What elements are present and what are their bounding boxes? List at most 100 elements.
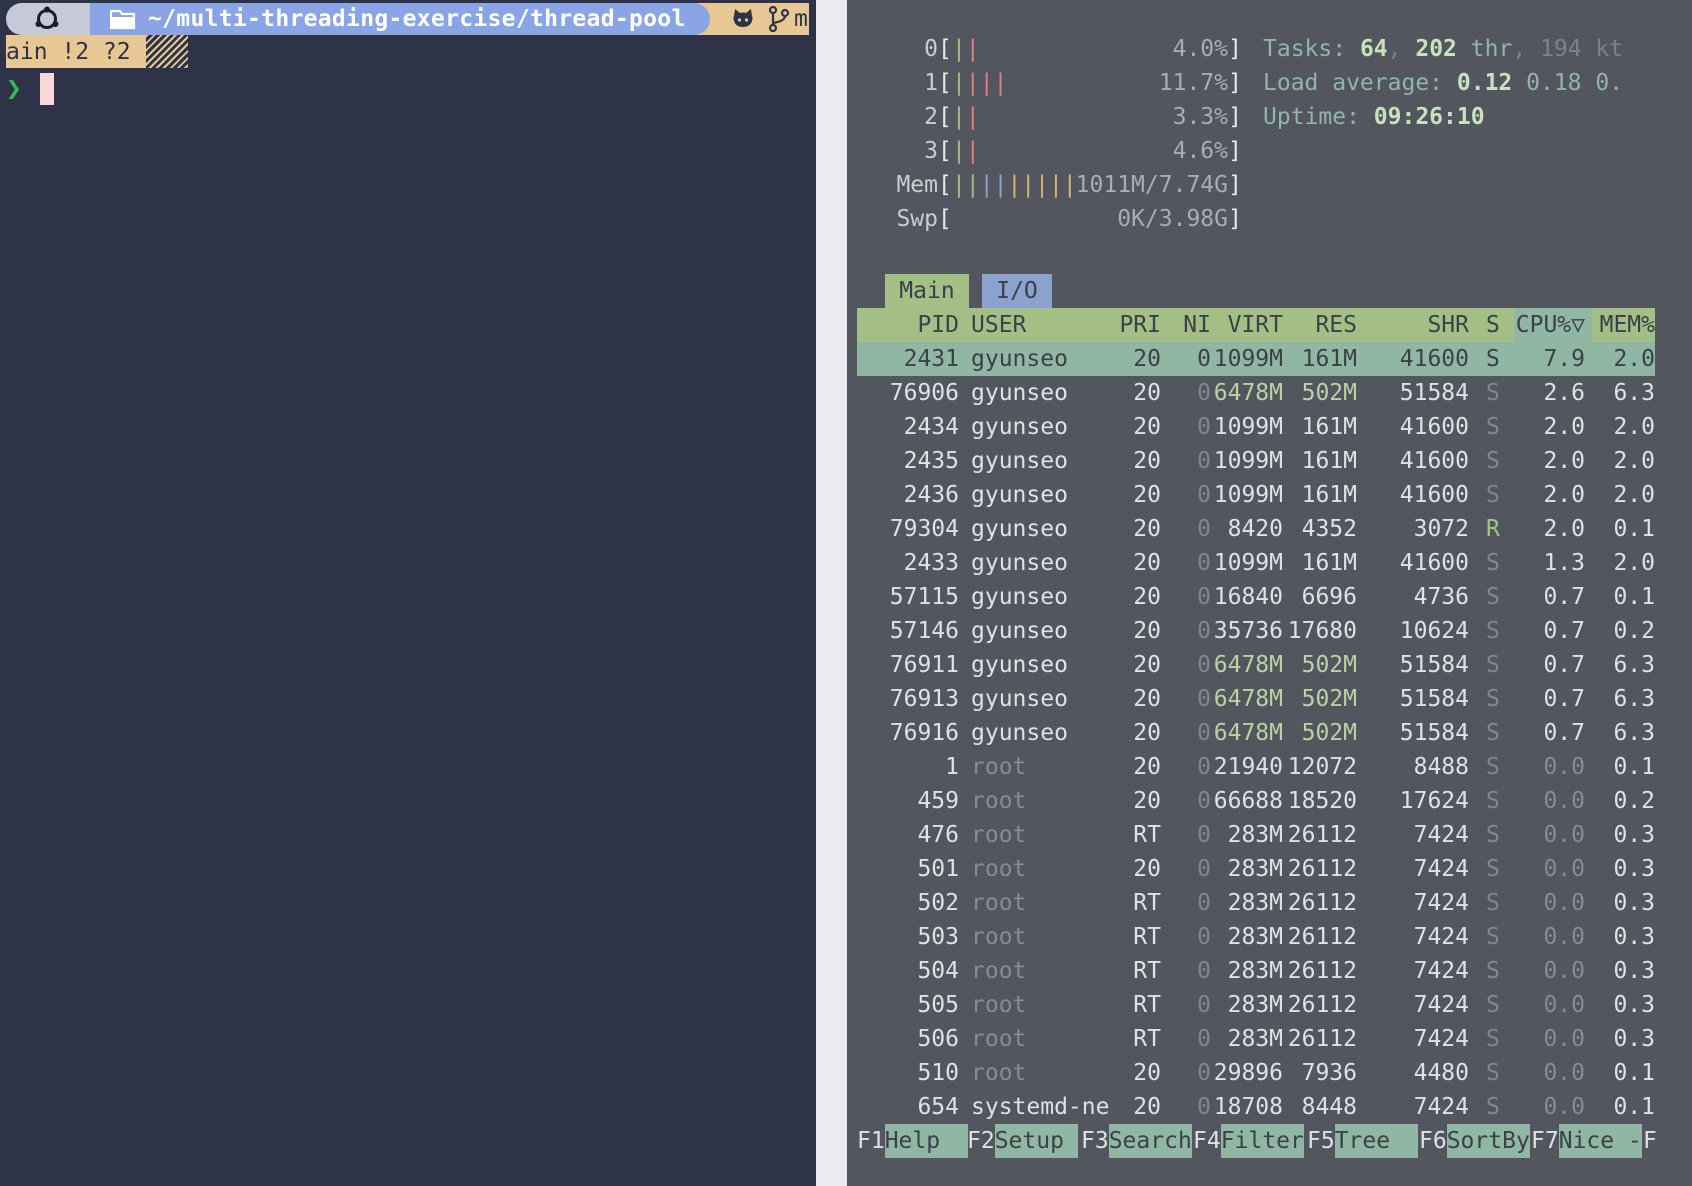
table-row[interactable]: 76906 gyunseo 20 0 6478M 502M 51584 S 2.6 6.3	[857, 376, 1655, 410]
col-pid[interactable]: PID	[917, 308, 959, 342]
htop-pane[interactable]: 0[|| 4.0%] 1[|||| 11.7%] 2[|| 3.3%] 3[|| 4.6%] M…	[847, 0, 1692, 1186]
tab-io[interactable]: I/O	[982, 274, 1052, 308]
cell-s: S	[1486, 856, 1500, 882]
cell-user: root	[971, 1060, 1027, 1086]
cell-pri: 20	[1133, 1060, 1161, 1086]
meter-label: 1	[924, 70, 938, 96]
cell-s: S	[1486, 754, 1500, 780]
col-state[interactable]: S	[1486, 308, 1500, 342]
col-ni[interactable]: NI	[1183, 308, 1211, 342]
cell-cpu: 2.0	[1543, 414, 1585, 440]
folder-icon	[110, 9, 136, 30]
meter-value: 0K/3.98G	[1117, 206, 1228, 232]
tab-main[interactable]: Main	[885, 274, 969, 308]
cell-cpu: 2.0	[1543, 516, 1585, 542]
cell-mem: 0.3	[1613, 992, 1655, 1018]
col-mem[interactable]: MEM%	[1600, 308, 1655, 342]
table-row[interactable]: 57115 gyunseo 20 0 16840 6696 4736 S 0.7 0.1	[857, 580, 1655, 614]
meter-mem: Mem[||||||||| 1011M/7.74G]	[886, 172, 1242, 206]
cell-cpu: 0.0	[1543, 958, 1585, 984]
cell-s: S	[1486, 958, 1500, 984]
cell-pri: 20	[1133, 856, 1161, 882]
cell-shr: 51584	[1399, 652, 1469, 678]
cell-ni: 0	[1197, 822, 1211, 848]
cell-pid: 2434	[903, 414, 959, 440]
cell-cpu: 0.7	[1543, 686, 1585, 712]
cell-s: S	[1486, 618, 1500, 644]
table-row[interactable]: 503 root RT 0 283M 26112 7424 S 0.0 0.3	[857, 920, 1655, 954]
table-row[interactable]: 76913 gyunseo 20 0 6478M 502M 51584 S 0.7 6.3	[857, 682, 1655, 716]
cell-res: 161M	[1301, 346, 1357, 372]
col-res[interactable]: RES	[1315, 308, 1357, 342]
fkey-f4[interactable]: F4Filter	[1193, 1124, 1304, 1158]
fkey-number: F3	[1081, 1128, 1109, 1154]
table-row[interactable]: 2435 gyunseo 20 0 1099M 161M 41600 S 2.0 2.0	[857, 444, 1655, 478]
table-row[interactable]: 506 root RT 0 283M 26112 7424 S 0.0 0.3	[857, 1022, 1655, 1056]
cell-pri: 20	[1133, 652, 1161, 678]
table-row[interactable]: 504 root RT 0 283M 26112 7424 S 0.0 0.3	[857, 954, 1655, 988]
cell-cpu: 0.7	[1543, 618, 1585, 644]
cell-cpu: 0.0	[1543, 1026, 1585, 1052]
table-row[interactable]: 505 root RT 0 283M 26112 7424 S 0.0 0.3	[857, 988, 1655, 1022]
table-row[interactable]: 2436 gyunseo 20 0 1099M 161M 41600 S 2.0 2.0	[857, 478, 1655, 512]
table-row[interactable]: 501 root 20 0 283M 26112 7424 S 0.0 0.3	[857, 852, 1655, 886]
cell-cpu: 0.0	[1543, 856, 1585, 882]
cell-shr: 7424	[1413, 890, 1469, 916]
tasks-line: Tasks: 64, 202 thr, 194 kt	[1263, 36, 1624, 62]
table-row[interactable]: 1 root 20 0 21940 12072 8488 S 0.0 0.1	[857, 750, 1655, 784]
meter-value: 11.7%	[1158, 70, 1228, 96]
cell-pri: RT	[1133, 992, 1161, 1018]
cell-s: S	[1486, 550, 1500, 576]
cell-pid: 2431	[903, 346, 959, 372]
col-shr[interactable]: SHR	[1427, 308, 1469, 342]
cell-virt: 66688	[1213, 788, 1283, 814]
cell-shr: 4736	[1413, 584, 1469, 610]
meter-bracket-open: [	[938, 206, 952, 232]
col-pri[interactable]: PRI	[1119, 308, 1161, 342]
cell-cpu: 0.0	[1543, 1060, 1585, 1086]
table-row[interactable]: 510 root 20 0 29896 7936 4480 S 0.0 0.1	[857, 1056, 1655, 1090]
fkey-f5[interactable]: F5Tree	[1307, 1124, 1418, 1158]
cell-ni: 0	[1197, 856, 1211, 882]
table-row-selected[interactable]: 2431 gyunseo 20 0 1099M 161M 41600 S 7.9 2.0	[857, 342, 1655, 376]
cell-mem: 0.1	[1613, 1060, 1655, 1086]
table-row[interactable]: 476 root RT 0 283M 26112 7424 S 0.0 0.3	[857, 818, 1655, 852]
cell-cpu: 2.0	[1543, 482, 1585, 508]
cell-ni: 0	[1197, 1060, 1211, 1086]
fkey-f6[interactable]: F6SortBy	[1419, 1124, 1530, 1158]
table-row[interactable]: 459 root 20 0 66688 18520 17624 S 0.0 0.2	[857, 784, 1655, 818]
meter-bracket-open: [	[938, 70, 952, 96]
cell-pid: 2436	[903, 482, 959, 508]
command-line[interactable]: ❯	[6, 72, 54, 106]
table-row[interactable]: 57146 gyunseo 20 0 35736 17680 10624 S 0.7 0.2	[857, 614, 1655, 648]
meter-value: 1011M/7.74G	[1075, 172, 1228, 198]
meter-label: Swp	[896, 206, 938, 232]
table-row[interactable]: 654 systemd-ne 20 0 18708 8448 7424 S 0.0 0.1	[857, 1090, 1655, 1124]
git-branch-icon	[768, 6, 790, 32]
col-virt[interactable]: VIRT	[1228, 308, 1283, 342]
fkey-f3[interactable]: F3Search	[1081, 1124, 1192, 1158]
fkey-f[interactable]: F	[1643, 1124, 1657, 1158]
cell-mem: 0.3	[1613, 924, 1655, 950]
cell-user: gyunseo	[971, 346, 1068, 372]
meter-value: 4.6%	[1172, 138, 1228, 164]
table-row[interactable]: 2434 gyunseo 20 0 1099M 161M 41600 S 2.0 2.0	[857, 410, 1655, 444]
col-cpu[interactable]: CPU%▽	[1516, 308, 1585, 342]
cell-virt: 283M	[1227, 992, 1283, 1018]
cell-virt: 283M	[1227, 822, 1283, 848]
fkey-f7[interactable]: F7Nice -	[1531, 1124, 1642, 1158]
fkey-f1[interactable]: F1Help	[857, 1124, 968, 1158]
table-row[interactable]: 76916 gyunseo 20 0 6478M 502M 51584 S 0.7 6.3	[857, 716, 1655, 750]
table-row[interactable]: 76911 gyunseo 20 0 6478M 502M 51584 S 0.7 6.3	[857, 648, 1655, 682]
pane-divider[interactable]	[816, 0, 847, 1186]
fkey-f2[interactable]: F2Setup	[967, 1124, 1078, 1158]
cell-pri: RT	[1133, 822, 1161, 848]
shell-pane[interactable]: m ~/multi-threading-exercise/thread-pool…	[0, 0, 816, 1186]
cell-mem: 2.0	[1613, 482, 1655, 508]
meter-1: 1[|||| 11.7%]	[886, 70, 1242, 104]
col-user[interactable]: USER	[971, 308, 1026, 342]
table-row[interactable]: 2433 gyunseo 20 0 1099M 161M 41600 S 1.3 2.0	[857, 546, 1655, 580]
cell-user: gyunseo	[971, 414, 1068, 440]
table-row[interactable]: 79304 gyunseo 20 0 8420 4352 3072 R 2.0 0.1	[857, 512, 1655, 546]
table-row[interactable]: 502 root RT 0 283M 26112 7424 S 0.0 0.3	[857, 886, 1655, 920]
